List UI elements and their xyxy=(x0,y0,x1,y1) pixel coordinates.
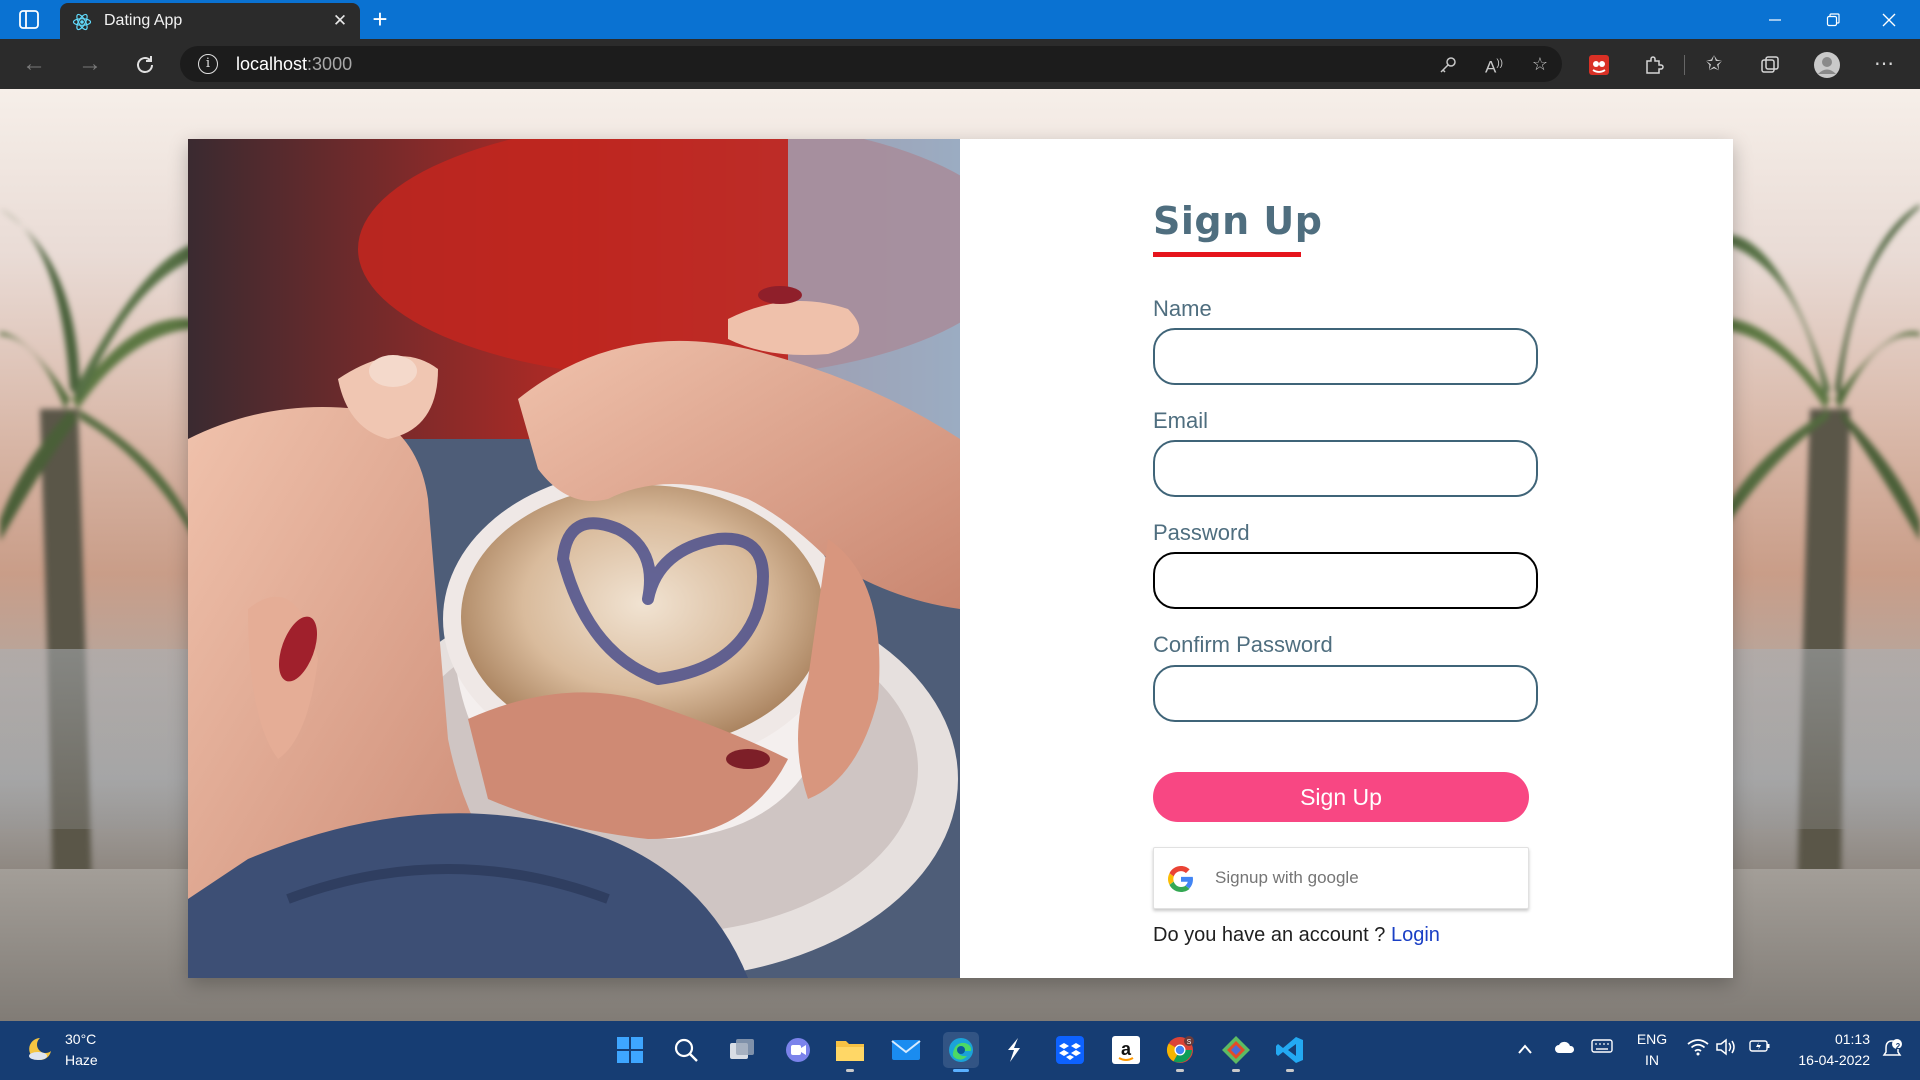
notification-icon[interactable]: 2 xyxy=(1880,1038,1904,1062)
edge-browser-icon[interactable] xyxy=(943,1032,979,1072)
file-explorer-icon[interactable] xyxy=(832,1032,868,1072)
login-link[interactable]: Login xyxy=(1391,924,1440,946)
running-indicator xyxy=(1286,1069,1294,1072)
url-text[interactable]: localhost:3000 xyxy=(236,54,352,75)
forward-arrow-icon[interactable]: → xyxy=(72,47,108,81)
weather-temperature[interactable]: 30°C xyxy=(65,1031,96,1047)
page-title: Sign Up xyxy=(1153,199,1323,243)
login-prompt: Do you have an account ? Login xyxy=(1153,924,1440,947)
svg-text:a: a xyxy=(1121,1039,1132,1059)
browser-title-bar: Dating App ✕ + xyxy=(0,0,1920,39)
google-signup-button[interactable]: Signup with google xyxy=(1153,847,1529,909)
chevron-up-icon[interactable] xyxy=(1513,1038,1537,1062)
restore-icon[interactable] xyxy=(1806,0,1860,39)
volume-icon[interactable] xyxy=(1714,1038,1738,1062)
email-label: Email xyxy=(1153,408,1209,433)
puzzle-icon[interactable] xyxy=(1639,49,1669,79)
battery-icon[interactable] xyxy=(1748,1038,1772,1062)
more-icon[interactable]: ⋯ xyxy=(1869,49,1899,79)
search-icon[interactable] xyxy=(668,1032,704,1068)
wifi-icon[interactable] xyxy=(1686,1038,1710,1062)
amazon-icon[interactable]: a xyxy=(1108,1032,1144,1068)
google-signup-label: Signup with google xyxy=(1215,868,1359,887)
tab-title: Dating App xyxy=(104,12,183,29)
profile-icon[interactable] xyxy=(1812,49,1842,79)
add-favorite-icon[interactable]: ☆ xyxy=(1528,52,1552,76)
running-indicator xyxy=(1232,1069,1240,1072)
task-view-icon[interactable] xyxy=(724,1032,760,1068)
running-indicator xyxy=(846,1069,854,1072)
collections-icon[interactable] xyxy=(1755,49,1785,79)
dropbox-icon[interactable] xyxy=(1052,1032,1088,1068)
back-arrow-icon[interactable]: ← xyxy=(16,47,52,81)
teams-chat-icon[interactable] xyxy=(780,1032,816,1068)
google-g-icon xyxy=(1168,866,1194,892)
start-menu-icon[interactable] xyxy=(612,1032,648,1068)
browser-tab[interactable]: Dating App ✕ xyxy=(60,3,360,39)
tab-actions-icon[interactable] xyxy=(18,9,42,31)
password-label: Password xyxy=(1153,520,1250,545)
minimize-icon[interactable] xyxy=(1748,0,1802,39)
confirm-password-field[interactable] xyxy=(1153,665,1538,722)
weather-description[interactable]: Haze xyxy=(65,1052,98,1068)
browser-toolbar: ← → i localhost:3000 A)) ☆ ✩ ⋯ xyxy=(0,39,1920,89)
plus-icon[interactable]: + xyxy=(366,6,394,34)
running-indicator xyxy=(1176,1069,1184,1072)
password-field[interactable] xyxy=(1153,552,1538,609)
couple-coffee-image xyxy=(188,139,960,978)
window-close-icon[interactable] xyxy=(1862,0,1916,39)
name-field[interactable] xyxy=(1153,328,1538,385)
signup-card: Sign Up Name Email Password Confirm Pass… xyxy=(188,139,1733,978)
input-language[interactable]: ENG xyxy=(1635,1031,1669,1047)
onedrive-icon[interactable] xyxy=(1553,1038,1577,1062)
close-icon[interactable]: ✕ xyxy=(328,9,352,33)
vscode-icon[interactable] xyxy=(1272,1032,1308,1072)
chrome-icon[interactable]: S xyxy=(1162,1032,1198,1072)
sublime-text-icon[interactable] xyxy=(996,1032,1032,1068)
moon-cloud-icon[interactable] xyxy=(26,1035,54,1063)
signup-form: Sign Up Name Email Password Confirm Pass… xyxy=(1153,139,1613,978)
refresh-icon[interactable] xyxy=(127,47,163,81)
active-indicator xyxy=(953,1069,969,1072)
signup-button[interactable]: Sign Up xyxy=(1153,772,1529,822)
page-viewport: Sign Up Name Email Password Confirm Pass… xyxy=(0,89,1920,1021)
title-underline xyxy=(1153,252,1301,257)
mail-icon[interactable] xyxy=(888,1032,924,1068)
info-icon[interactable]: i xyxy=(198,54,218,74)
toolbar-divider xyxy=(1684,55,1685,75)
clock-time[interactable]: 01:13 xyxy=(1786,1031,1870,1047)
key-icon[interactable] xyxy=(1436,52,1460,76)
read-aloud-icon[interactable]: A)) xyxy=(1482,52,1506,77)
react-icon xyxy=(72,12,92,32)
gitkraken-icon[interactable] xyxy=(1218,1032,1254,1072)
address-bar[interactable]: i localhost:3000 A)) ☆ xyxy=(180,46,1562,82)
svg-text:S: S xyxy=(1187,1039,1192,1046)
account-prompt-text: Do you have an account ? xyxy=(1153,924,1391,946)
input-region[interactable]: IN xyxy=(1635,1052,1669,1068)
favorites-icon[interactable]: ✩ xyxy=(1699,49,1729,79)
name-label: Name xyxy=(1153,296,1212,321)
extension-icon[interactable] xyxy=(1584,49,1614,79)
confirm-password-label: Confirm Password xyxy=(1153,632,1333,657)
keyboard-icon[interactable] xyxy=(1590,1038,1614,1062)
email-field[interactable] xyxy=(1153,440,1538,497)
windows-taskbar: 30°C Haze a S ENG IN 01:13 16-04-2022 2 xyxy=(0,1021,1920,1080)
notification-count: 2 xyxy=(1895,1042,1901,1051)
clock-date[interactable]: 16-04-2022 xyxy=(1786,1052,1870,1068)
